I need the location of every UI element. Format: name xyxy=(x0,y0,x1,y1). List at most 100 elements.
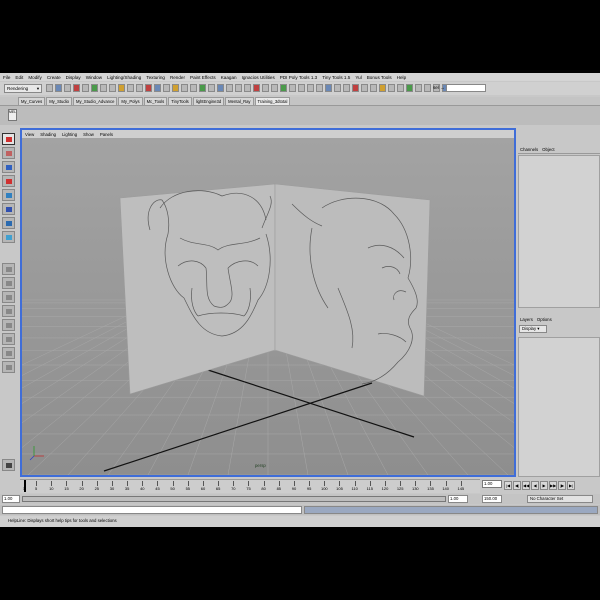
playback-start-field[interactable]: 1.00 xyxy=(448,495,468,503)
viewport-scene[interactable] xyxy=(22,138,514,475)
layout-single-icon[interactable] xyxy=(2,263,15,275)
layout-two-icon[interactable] xyxy=(2,291,15,303)
scale-tool-icon[interactable] xyxy=(2,203,15,215)
trax-editor-icon[interactable] xyxy=(289,84,296,92)
quick-selection-field[interactable] xyxy=(446,84,486,92)
select-object-icon[interactable] xyxy=(82,84,89,92)
range-handle[interactable] xyxy=(23,497,445,501)
channel-box-tab-channels[interactable]: Channels xyxy=(520,147,538,152)
shelf-tab-training-3dtotal[interactable]: Training_3dtotal xyxy=(254,97,291,105)
menu-texturing[interactable]: Texturing xyxy=(146,75,165,80)
menu-display[interactable]: Display xyxy=(66,75,81,80)
menu-render[interactable]: Render xyxy=(170,75,185,80)
rotate-tool-icon[interactable] xyxy=(2,189,15,201)
time-slider[interactable]: 1510152025303540455055606570758085909510… xyxy=(20,479,480,493)
perspective-viewport[interactable]: View Shading Lighting Show Panels persp xyxy=(20,128,516,477)
menu-paint-effects[interactable]: Paint Effects xyxy=(190,75,216,80)
playblast-icon[interactable] xyxy=(325,84,332,92)
play-forward-icon[interactable]: ▶ xyxy=(540,480,548,490)
menu-tiny-tools-1-5[interactable]: Tiny Tools 1.5 xyxy=(322,75,350,80)
current-frame-field[interactable]: 1.00 xyxy=(482,480,502,488)
current-time-marker[interactable] xyxy=(24,480,26,492)
menu-file[interactable]: File xyxy=(3,75,10,80)
deform-icon[interactable] xyxy=(406,84,413,92)
end-time-field[interactable]: 150.00 xyxy=(482,495,502,503)
viewport-menu-lighting[interactable]: Lighting xyxy=(62,132,77,137)
input-ops-icon[interactable] xyxy=(181,84,188,92)
construction-history-icon[interactable] xyxy=(199,84,206,92)
shelf-tab-my-curves[interactable]: My_Curves xyxy=(18,97,46,105)
light-icon[interactable] xyxy=(352,84,359,92)
menu-ignacios-utilities[interactable]: Ignacios Utilities xyxy=(242,75,275,80)
layer-tab-options[interactable]: Options xyxy=(537,317,552,322)
select-hierarchy-icon[interactable] xyxy=(73,84,80,92)
layout-uv-icon[interactable] xyxy=(2,361,15,373)
step-forward-frame-icon[interactable]: ▶▶ xyxy=(549,480,557,490)
snap-point-icon[interactable] xyxy=(118,84,125,92)
select-component-icon[interactable] xyxy=(91,84,98,92)
render-view-icon[interactable] xyxy=(208,84,215,92)
script-editor-icon[interactable] xyxy=(253,84,260,92)
start-time-field[interactable]: 1.00 xyxy=(2,495,20,503)
layout-persp-outliner-icon[interactable] xyxy=(2,305,15,317)
menu-set-dropdown[interactable]: Rendering ▼ xyxy=(4,84,42,93)
menu-kaagan[interactable]: Kaagan xyxy=(221,75,237,80)
shelf-tab-tinytools[interactable]: TinyTools xyxy=(168,97,192,105)
hypergraph-icon[interactable] xyxy=(280,84,287,92)
shelf-tab-lightengine3d[interactable]: lightEngine3d xyxy=(192,97,225,105)
attribute-editor-icon[interactable] xyxy=(217,84,224,92)
mel-script-icon[interactable]: MEL xyxy=(8,109,17,121)
lasso-tool-icon[interactable] xyxy=(2,147,15,159)
graph-editor-icon[interactable] xyxy=(244,84,251,92)
menu-pdi-poly-tools-1-3[interactable]: PDI Poly Tools 1.3 xyxy=(280,75,317,80)
outliner-icon[interactable] xyxy=(235,84,242,92)
hypershade-icon[interactable] xyxy=(172,84,179,92)
channel-toggle-icon[interactable] xyxy=(298,84,305,92)
lock-icon[interactable] xyxy=(316,84,323,92)
go-to-end-icon[interactable]: ▶| xyxy=(567,480,575,490)
uv-editor-icon[interactable] xyxy=(262,84,269,92)
menu-yul[interactable]: Yul xyxy=(355,75,361,80)
layer-type-dropdown[interactable]: Display ▾ xyxy=(519,325,547,333)
menu-bonus-tools[interactable]: Bonus Tools xyxy=(367,75,392,80)
snap-plane-icon[interactable] xyxy=(127,84,134,92)
character-set-dropdown[interactable]: No Character Set xyxy=(527,495,593,503)
menu-modify[interactable]: Modify xyxy=(28,75,42,80)
menu-lighting-shading[interactable]: Lighting/Shading xyxy=(107,75,141,80)
layer-list[interactable] xyxy=(518,337,600,477)
history-icon[interactable] xyxy=(136,84,143,92)
save-scene-icon[interactable] xyxy=(64,84,71,92)
step-back-key-icon[interactable]: ◀| xyxy=(513,480,521,490)
viewport-menu-shading[interactable]: Shading xyxy=(40,132,56,137)
snap-grid-icon[interactable] xyxy=(100,84,107,92)
shelf-tab-mc-tools[interactable]: Mc_Tools xyxy=(143,97,168,105)
curve-icon[interactable] xyxy=(388,84,395,92)
shelf-tab-my-studio-advance[interactable]: My_Studio_Advance xyxy=(72,97,118,105)
move-tool-icon[interactable] xyxy=(2,175,15,187)
shelf-tab-my-polys[interactable]: My_Polys xyxy=(118,97,143,105)
mesh-icon[interactable] xyxy=(379,84,386,92)
new-scene-icon[interactable] xyxy=(46,84,53,92)
step-forward-key-icon[interactable]: |▶ xyxy=(558,480,566,490)
ramp-icon[interactable] xyxy=(334,84,341,92)
snap-curve-icon[interactable] xyxy=(109,84,116,92)
texture-icon[interactable] xyxy=(370,84,377,92)
play-backward-icon[interactable]: ◀ xyxy=(531,480,539,490)
shader-icon[interactable] xyxy=(361,84,368,92)
surface-icon[interactable] xyxy=(397,84,404,92)
output-ops-icon[interactable] xyxy=(190,84,197,92)
ipr-render-icon[interactable] xyxy=(154,84,161,92)
render-icon[interactable] xyxy=(145,84,152,92)
channel-box-tab-object[interactable]: Object xyxy=(542,147,554,152)
channel-box-body[interactable] xyxy=(518,155,600,308)
viewport-menu-panels[interactable]: Panels xyxy=(100,132,113,137)
viewport-menu-show[interactable]: Show xyxy=(83,132,94,137)
dynamics-icon[interactable] xyxy=(424,84,431,92)
step-back-frame-icon[interactable]: ◀◀ xyxy=(522,480,530,490)
layer-toggle-icon[interactable] xyxy=(307,84,314,92)
menu-create[interactable]: Create xyxy=(47,75,61,80)
paint-effects-icon[interactable] xyxy=(271,84,278,92)
viewport-menu-view[interactable]: View xyxy=(25,132,34,137)
layout-graph-icon[interactable] xyxy=(2,319,15,331)
render-layer-icon[interactable] xyxy=(2,459,15,471)
